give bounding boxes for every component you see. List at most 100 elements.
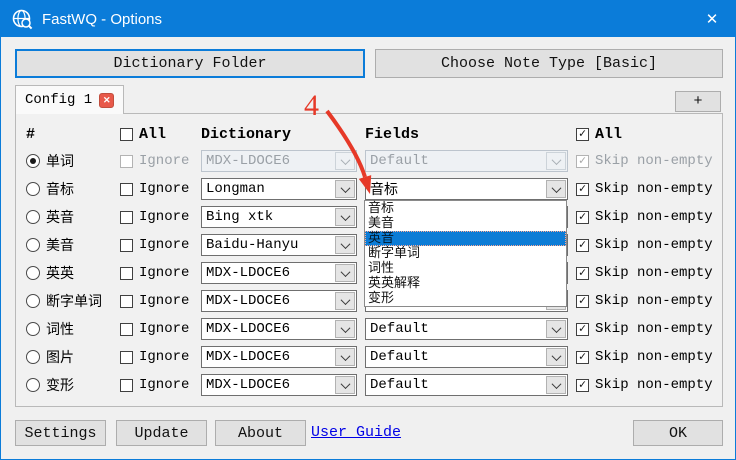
row-radio[interactable] [26,154,40,168]
dropdown-item[interactable]: 音标 [365,201,566,216]
ignore-checkbox[interactable] [120,183,133,196]
update-button[interactable]: Update [116,420,207,446]
dropdown-item[interactable]: 断字单词 [365,246,566,261]
header-all-left-label: All [139,126,166,143]
skip-checkbox[interactable] [576,211,589,224]
fields-value: Default [370,349,429,365]
app-globe-icon [11,8,33,30]
row-radio[interactable] [26,294,40,308]
skip-checkbox[interactable] [576,239,589,252]
skip-checkbox[interactable] [576,379,589,392]
row-radio[interactable] [26,238,40,252]
choose-note-type-button[interactable]: Choose Note Type [Basic] [375,49,723,78]
row-radio[interactable] [26,266,40,280]
ignore-checkbox[interactable] [120,239,133,252]
table-row: 图片 Ignore MDX-LDOCE6 Default Skip non-em… [26,343,722,371]
skip-checkbox[interactable] [576,155,589,168]
dictionary-combobox[interactable]: MDX-LDOCE6 [201,346,357,368]
chevron-down-icon [340,211,350,221]
combobox-arrow-button[interactable] [335,208,355,226]
tab-config-1[interactable]: Config 1 ✕ [15,85,124,114]
fields-value: Default [370,153,429,169]
combobox-arrow-button[interactable] [335,376,355,394]
fields-combobox[interactable]: Default [365,150,568,172]
combobox-arrow-button[interactable] [335,264,355,282]
row-name-label: 图片 [46,347,74,367]
fields-dropdown-list[interactable]: 音标美音英音断字单词词性英英解释变形 [364,200,567,307]
row-radio[interactable] [26,322,40,336]
header-dictionary: Dictionary [201,126,291,143]
row-name-label: 英音 [46,207,74,227]
skip-checkbox[interactable] [576,323,589,336]
window-close-button[interactable]: ✕ [689,1,735,37]
dropdown-item[interactable]: 英英解释 [365,276,566,291]
dictionary-combobox[interactable]: Longman [201,178,357,200]
settings-button[interactable]: Settings [15,420,106,446]
dictionary-combobox[interactable]: MDX-LDOCE6 [201,262,357,284]
skip-checkbox[interactable] [576,183,589,196]
row-name-label: 词性 [46,319,74,339]
fields-combobox[interactable]: Default [365,374,568,396]
dropdown-item[interactable]: 变形 [365,291,566,306]
ignore-label: Ignore [139,153,189,169]
about-button[interactable]: About [215,420,306,446]
chevron-down-icon [340,295,350,305]
tab-close-icon[interactable]: ✕ [99,93,114,108]
dictionary-combobox[interactable]: MDX-LDOCE6 [201,150,357,172]
header-fields: Fields [365,126,419,143]
options-dialog: FastWQ - Options ✕ Dictionary Folder Cho… [0,0,736,460]
combobox-arrow-button[interactable] [335,292,355,310]
chevron-down-icon [551,323,561,333]
combobox-arrow-button[interactable] [335,236,355,254]
dictionary-combobox[interactable]: MDX-LDOCE6 [201,290,357,312]
table-row: 音标 Ignore Longman 音标 Skip non-empty [26,175,722,203]
combobox-arrow-button[interactable] [546,180,566,198]
skip-checkbox[interactable] [576,267,589,280]
combobox-arrow-button[interactable] [335,348,355,366]
ignore-checkbox[interactable] [120,295,133,308]
combobox-arrow-button[interactable] [546,320,566,338]
row-radio[interactable] [26,182,40,196]
dropdown-item[interactable]: 英音 [365,231,566,246]
dictionary-combobox[interactable]: Baidu-Hanyu [201,234,357,256]
dropdown-item[interactable]: 美音 [365,216,566,231]
dictionary-combobox[interactable]: Bing xtk [201,206,357,228]
combobox-arrow-button[interactable] [546,376,566,394]
ignore-label: Ignore [139,265,189,281]
chevron-down-icon [551,351,561,361]
ignore-checkbox[interactable] [120,211,133,224]
combobox-arrow-button[interactable] [335,320,355,338]
row-radio[interactable] [26,378,40,392]
combobox-arrow-button[interactable] [546,348,566,366]
dictionary-combobox[interactable]: MDX-LDOCE6 [201,374,357,396]
table-row: 词性 Ignore MDX-LDOCE6 Default Skip non-em… [26,315,722,343]
fields-combobox[interactable]: Default [365,318,568,340]
skip-checkbox[interactable] [576,351,589,364]
dropdown-item[interactable]: 词性 [365,261,566,276]
fields-combobox[interactable]: Default [365,346,568,368]
ok-button[interactable]: OK [633,420,723,446]
ignore-label: Ignore [139,349,189,365]
chevron-down-icon [340,155,350,165]
ignore-checkbox[interactable] [120,267,133,280]
ignore-checkbox[interactable] [120,155,133,168]
ignore-checkbox[interactable] [120,323,133,336]
ignore-label: Ignore [139,237,189,253]
row-radio[interactable] [26,350,40,364]
add-config-button[interactable]: + [675,91,721,112]
row-name-label: 英英 [46,263,74,283]
dictionary-combobox[interactable]: MDX-LDOCE6 [201,318,357,340]
all-ignore-checkbox[interactable] [120,128,133,141]
combobox-arrow-button[interactable] [335,180,355,198]
ignore-checkbox[interactable] [120,351,133,364]
combobox-arrow-button[interactable] [546,152,566,170]
row-radio[interactable] [26,210,40,224]
dictionary-folder-button[interactable]: Dictionary Folder [15,49,365,78]
ignore-checkbox[interactable] [120,379,133,392]
user-guide-link[interactable]: User Guide [311,424,401,441]
fields-combobox[interactable]: 音标 [365,178,568,200]
combobox-arrow-button[interactable] [335,152,355,170]
table-row: 变形 Ignore MDX-LDOCE6 Default Skip non-em… [26,371,722,399]
all-skip-checkbox[interactable] [576,128,589,141]
skip-checkbox[interactable] [576,295,589,308]
